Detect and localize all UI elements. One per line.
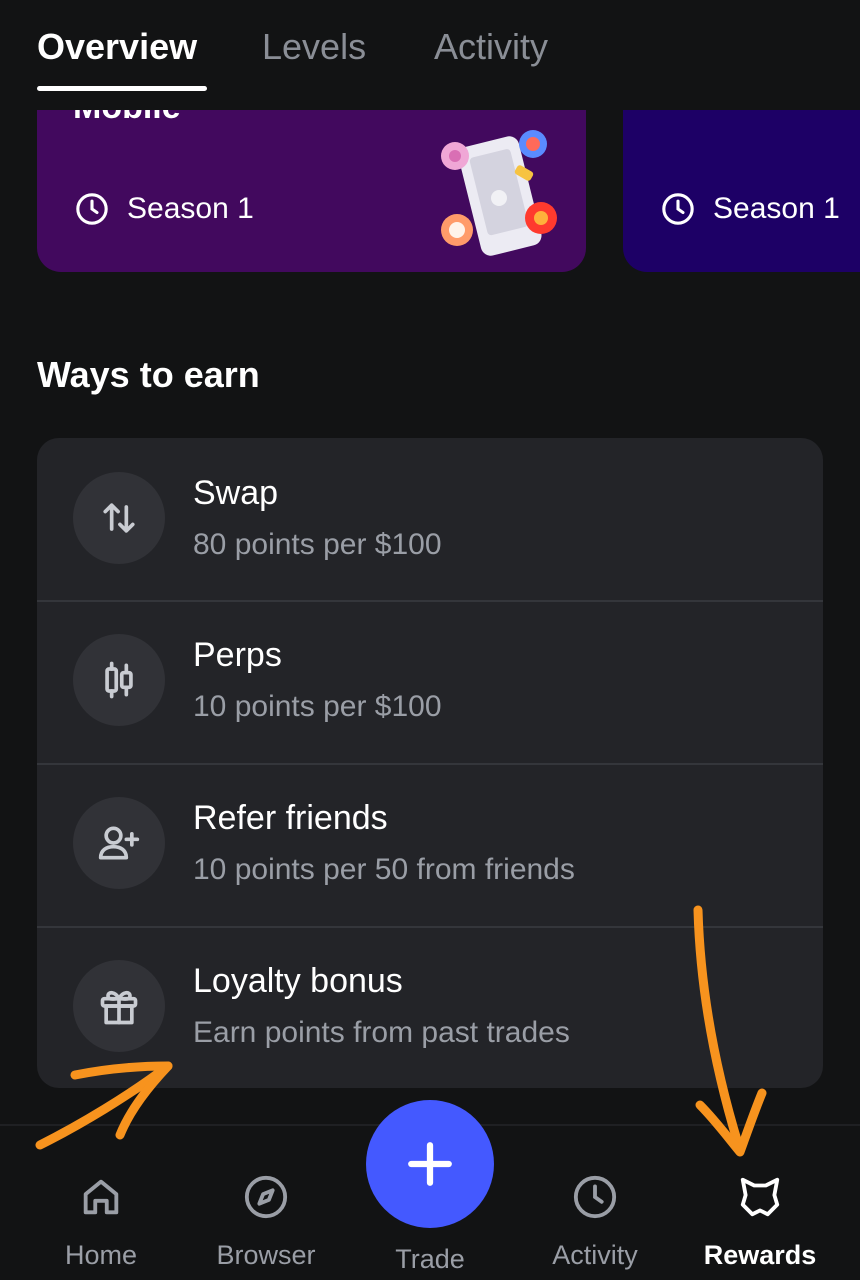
season-text: Season 1 <box>713 192 840 225</box>
nav-label: Activity <box>552 1240 638 1270</box>
season-card-mobile[interactable]: Mobile Season 1 <box>37 110 586 272</box>
plus-icon <box>408 1142 452 1186</box>
earn-item-title: Refer friends <box>193 799 388 837</box>
nav-label: Home <box>64 1240 138 1270</box>
icon-container <box>73 634 165 726</box>
earn-item-subtitle: 10 points per 50 from friends <box>193 853 575 886</box>
tab-bar: Overview Levels Activity <box>0 0 860 110</box>
nav-browser[interactable]: Browser <box>186 1126 346 1280</box>
divider <box>37 763 823 765</box>
fox-icon <box>740 1177 780 1217</box>
compass-icon <box>244 1175 288 1219</box>
season-label: Season 1 <box>75 192 254 226</box>
earn-item-refer-friends[interactable]: Refer friends 10 points per 50 from frie… <box>37 763 823 925</box>
earn-item-subtitle: 10 points per $100 <box>193 690 442 723</box>
tab-activity[interactable]: Activity <box>434 26 548 68</box>
icon-container <box>73 960 165 1052</box>
divider <box>37 600 823 602</box>
divider <box>37 926 823 928</box>
earn-item-title: Loyalty bonus <box>193 962 403 1000</box>
nav-label: Rewards <box>703 1240 817 1270</box>
ways-to-earn-list: Swap 80 points per $100 Perps 10 points … <box>37 438 823 1088</box>
phone-illustration-icon <box>441 130 557 256</box>
clock-icon <box>76 193 108 225</box>
season-card-second[interactable]: Season 1 <box>623 110 860 272</box>
gift-icon <box>100 990 138 1025</box>
nav-label: Browser <box>216 1240 316 1270</box>
clock-icon <box>573 1175 617 1219</box>
add-user-icon <box>98 826 140 860</box>
season-text: Season 1 <box>127 192 254 225</box>
nav-rewards[interactable]: Rewards <box>680 1126 840 1280</box>
tab-overview[interactable]: Overview <box>37 26 197 68</box>
earn-item-subtitle: 80 points per $100 <box>193 528 442 561</box>
clock-icon <box>662 193 694 225</box>
earn-item-loyalty-bonus[interactable]: Loyalty bonus Earn points from past trad… <box>37 926 823 1088</box>
candlestick-icon <box>105 661 133 699</box>
earn-item-subtitle: Earn points from past trades <box>193 1016 570 1049</box>
nav-home[interactable]: Home <box>21 1126 181 1280</box>
season-card-title: Mobile <box>73 110 181 127</box>
earn-item-swap[interactable]: Swap 80 points per $100 <box>37 438 823 600</box>
earn-item-title: Perps <box>193 636 282 674</box>
earn-item-title: Swap <box>193 474 279 512</box>
section-title: Ways to earn <box>37 354 260 395</box>
bottom-nav: Home Browser Trade Activity Rewards <box>0 1100 860 1280</box>
trade-label: Trade <box>395 1244 465 1274</box>
tab-levels[interactable]: Levels <box>262 26 366 68</box>
icon-container <box>73 472 165 564</box>
icon-container <box>73 797 165 889</box>
nav-activity[interactable]: Activity <box>515 1126 675 1280</box>
earn-item-perps[interactable]: Perps 10 points per $100 <box>37 600 823 762</box>
season-label: Season 1 <box>661 192 840 226</box>
trade-button[interactable] <box>366 1100 494 1228</box>
active-tab-indicator <box>37 86 207 91</box>
home-icon <box>83 1179 119 1215</box>
swap-arrows-icon <box>103 503 135 533</box>
